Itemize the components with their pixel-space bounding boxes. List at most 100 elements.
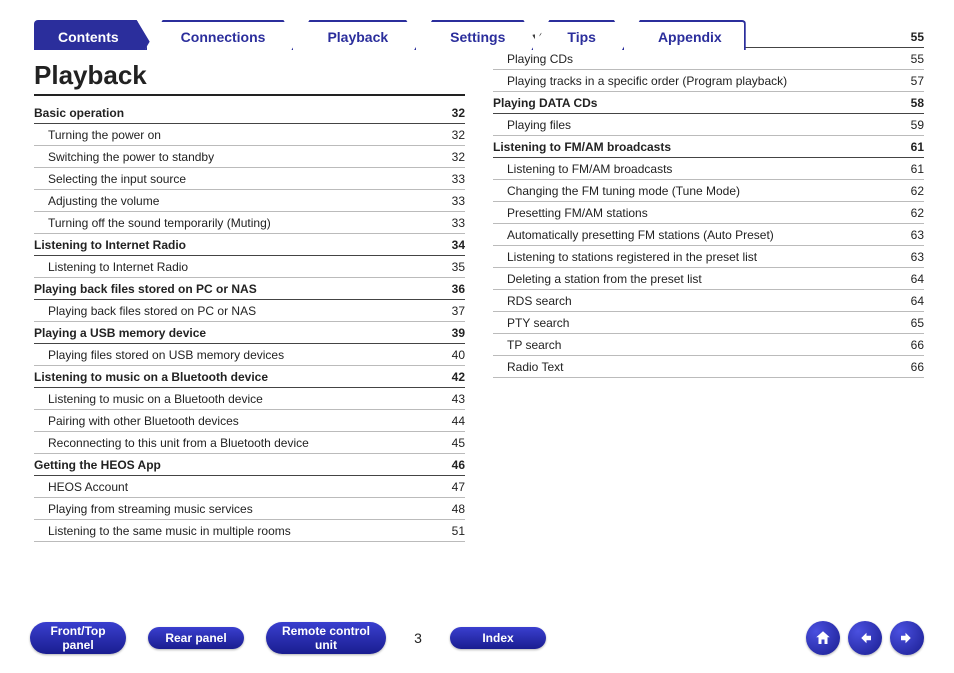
toc-label: Adjusting the volume bbox=[48, 194, 159, 208]
toc-page: 66 bbox=[911, 338, 924, 352]
toc-label: HEOS Account bbox=[48, 480, 128, 494]
toc-item[interactable]: Switching the power to standby 32 bbox=[34, 146, 465, 168]
toc-item[interactable]: Playing from streaming music services 48 bbox=[34, 498, 465, 520]
toc-label: Radio Text bbox=[507, 360, 563, 374]
toc-label: Reconnecting to this unit from a Bluetoo… bbox=[48, 436, 309, 450]
toc-item[interactable]: Adjusting the volume 33 bbox=[34, 190, 465, 212]
remote-control-button[interactable]: Remote control unit bbox=[266, 622, 386, 654]
toc-section[interactable]: Listening to FM/AM broadcasts61 bbox=[493, 136, 924, 158]
toc-label: Automatically presetting FM stations (Au… bbox=[507, 228, 774, 242]
toc-page: 33 bbox=[452, 194, 465, 208]
toc-page: 62 bbox=[911, 184, 924, 198]
toc-label: Playing back files stored on PC or NAS bbox=[48, 304, 256, 318]
prev-icon[interactable] bbox=[848, 621, 882, 655]
toc-item[interactable]: Deleting a station from the preset list6… bbox=[493, 268, 924, 290]
toc-page: 48 bbox=[452, 502, 465, 516]
toc-item[interactable]: Listening to Internet Radio35 bbox=[34, 256, 465, 278]
toc-label: Listening to the same music in multiple … bbox=[48, 524, 291, 538]
index-button[interactable]: Index bbox=[450, 627, 546, 649]
toc-label: Switching the power to standby bbox=[48, 150, 214, 164]
toc-page: 33 bbox=[452, 216, 465, 230]
toc-page: 47 bbox=[452, 480, 465, 494]
tab-settings[interactable]: Settings bbox=[414, 20, 541, 50]
home-icon[interactable] bbox=[806, 621, 840, 655]
toc-page: 63 bbox=[911, 228, 924, 242]
toc-item[interactable]: Listening to FM/AM broadcasts 61 bbox=[493, 158, 924, 180]
tab-appendix[interactable]: Appendix bbox=[622, 20, 746, 50]
toc-right: Playing CDs55Playing CDs55Playing tracks… bbox=[493, 26, 924, 378]
rear-panel-button[interactable]: Rear panel bbox=[148, 627, 244, 649]
toc-item[interactable]: Playing files 59 bbox=[493, 114, 924, 136]
toc-item[interactable]: Playing tracks in a specific order (Prog… bbox=[493, 70, 924, 92]
toc-label: Basic operation bbox=[34, 106, 124, 120]
toc-item[interactable]: HEOS Account 47 bbox=[34, 476, 465, 498]
toc-item[interactable]: Playing back files stored on PC or NAS 37 bbox=[34, 300, 465, 322]
toc-section[interactable]: Basic operation32 bbox=[34, 102, 465, 124]
toc-page: 65 bbox=[911, 316, 924, 330]
tab-tips[interactable]: Tips bbox=[531, 20, 632, 50]
toc-item[interactable]: Selecting the input source 33 bbox=[34, 168, 465, 190]
toc-item[interactable]: Turning the power on 32 bbox=[34, 124, 465, 146]
toc-label: Playing DATA CDs bbox=[493, 96, 597, 110]
toc-page: 62 bbox=[911, 206, 924, 220]
toc-item[interactable]: Listening to the same music in multiple … bbox=[34, 520, 465, 542]
toc-section[interactable]: Playing a USB memory device39 bbox=[34, 322, 465, 344]
tab-connections[interactable]: Connections bbox=[145, 20, 302, 50]
page-number: 3 bbox=[408, 630, 428, 646]
bottom-bar: Front/Top panel Rear panel Remote contro… bbox=[30, 621, 924, 655]
toc-item[interactable]: Listening to music on a Bluetooth device… bbox=[34, 388, 465, 410]
toc-page: 40 bbox=[452, 348, 465, 362]
toc-page: 57 bbox=[911, 74, 924, 88]
toc-item[interactable]: Reconnecting to this unit from a Bluetoo… bbox=[34, 432, 465, 454]
toc-page: 37 bbox=[452, 304, 465, 318]
toc-page: 36 bbox=[452, 282, 465, 296]
toc-section[interactable]: Playing DATA CDs58 bbox=[493, 92, 924, 114]
toc-left: Basic operation32Turning the power on32S… bbox=[34, 102, 465, 542]
toc-label: TP search bbox=[507, 338, 561, 352]
toc-item[interactable]: Radio Text66 bbox=[493, 356, 924, 378]
toc-item[interactable]: Automatically presetting FM stations (Au… bbox=[493, 224, 924, 246]
toc-page: 33 bbox=[452, 172, 465, 186]
toc-page: 55 bbox=[911, 30, 924, 44]
toc-item[interactable]: PTY search65 bbox=[493, 312, 924, 334]
toc-item[interactable]: Presetting FM/AM stations62 bbox=[493, 202, 924, 224]
toc-item[interactable]: Pairing with other Bluetooth devices44 bbox=[34, 410, 465, 432]
toc-page: 64 bbox=[911, 272, 924, 286]
toc-section[interactable]: Getting the HEOS App46 bbox=[34, 454, 465, 476]
toc-page: 45 bbox=[452, 436, 465, 450]
toc-label: Playing files stored on USB memory devic… bbox=[48, 348, 284, 362]
toc-item[interactable]: Turning off the sound temporarily (Mutin… bbox=[34, 212, 465, 234]
toc-section[interactable]: Playing back files stored on PC or NAS 36 bbox=[34, 278, 465, 300]
next-icon[interactable] bbox=[890, 621, 924, 655]
toc-label: Turning the power on bbox=[48, 128, 161, 142]
toc-item[interactable]: TP search 66 bbox=[493, 334, 924, 356]
toc-label: Selecting the input source bbox=[48, 172, 186, 186]
toc-section[interactable]: Listening to music on a Bluetooth device… bbox=[34, 366, 465, 388]
tab-playback[interactable]: Playback bbox=[291, 20, 424, 50]
toc-page: 51 bbox=[452, 524, 465, 538]
toc-page: 63 bbox=[911, 250, 924, 264]
toc-item[interactable]: Changing the FM tuning mode (Tune Mode) 6… bbox=[493, 180, 924, 202]
toc-label: Playing back files stored on PC or NAS bbox=[34, 282, 257, 296]
toc-page: 61 bbox=[911, 140, 924, 154]
front-panel-button[interactable]: Front/Top panel bbox=[30, 622, 126, 654]
toc-label: Playing CDs bbox=[507, 52, 573, 66]
toc-page: 59 bbox=[911, 118, 924, 132]
toc-page: 46 bbox=[452, 458, 465, 472]
toc-page: 32 bbox=[452, 150, 465, 164]
toc-item[interactable]: Playing CDs55 bbox=[493, 48, 924, 70]
toc-item[interactable]: RDS search64 bbox=[493, 290, 924, 312]
toc-label: RDS search bbox=[507, 294, 572, 308]
toc-label: Changing the FM tuning mode (Tune Mode) bbox=[507, 184, 740, 198]
toc-page: 44 bbox=[452, 414, 465, 428]
toc-page: 61 bbox=[911, 162, 924, 176]
toc-label: Playing files bbox=[507, 118, 571, 132]
toc-section[interactable]: Listening to Internet Radio34 bbox=[34, 234, 465, 256]
toc-label: Listening to FM/AM broadcasts bbox=[507, 162, 672, 176]
toc-item[interactable]: Playing files stored on USB memory devic… bbox=[34, 344, 465, 366]
toc-label: Playing from streaming music services bbox=[48, 502, 253, 516]
toc-label: Playing a USB memory device bbox=[34, 326, 206, 340]
tab-contents[interactable]: Contents bbox=[34, 20, 155, 50]
toc-page: 32 bbox=[452, 128, 465, 142]
toc-item[interactable]: Listening to stations registered in the … bbox=[493, 246, 924, 268]
